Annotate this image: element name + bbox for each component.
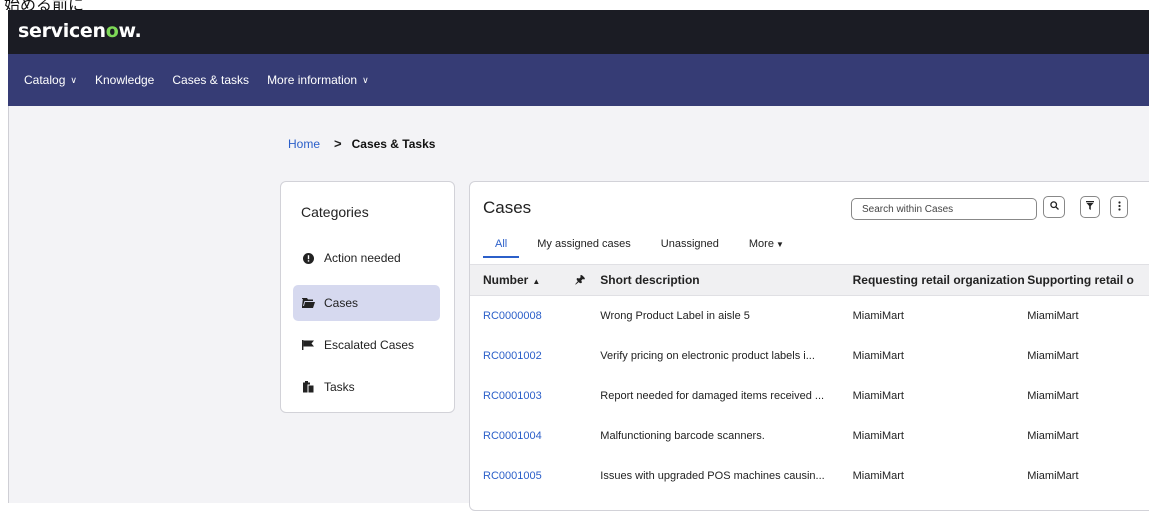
case-description: Malfunctioning barcode scanners. [600,430,765,442]
category-label: Escalated Cases [324,338,415,352]
tab-my-assigned-cases[interactable]: My assigned cases [519,238,643,258]
cases-title: Cases [483,198,532,217]
chevron-down-icon: ∨ [70,74,77,85]
nav-more-information[interactable]: More information ∨ [267,73,369,87]
main-nav: Catalog ∨ Knowledge Cases & tasks More i… [8,54,1149,106]
case-supporting-org: MiamiMart [1027,390,1079,402]
case-org: MiamiMart [852,430,904,442]
search-icon [1049,201,1059,213]
cases-tabs: All My assigned cases Unassigned More ▼ [483,238,796,258]
case-number-link[interactable]: RC0001004 [483,430,542,442]
case-supporting-org: MiamiMart [1027,430,1079,442]
category-cases[interactable]: Cases [293,285,440,321]
column-requesting-org[interactable]: Requesting retail organization [853,273,1028,287]
table-row[interactable]: RC0001004 Malfunctioning barcode scanner… [470,416,1149,456]
breadcrumb-separator-icon: > [334,136,342,151]
category-label: Cases [324,296,359,310]
categories-panel: Categories Action needed Cases Escalated… [280,181,455,413]
nav-cases-tasks[interactable]: Cases & tasks [172,73,249,87]
nav-knowledge-label: Knowledge [94,73,155,87]
tab-unassigned[interactable]: Unassigned [643,238,731,258]
breadcrumb-current: Cases & Tasks [351,136,436,151]
more-options-button[interactable] [1110,196,1128,218]
breadcrumb-home[interactable]: Home [288,137,320,151]
table-row[interactable]: RC0001002 Verify pricing on electronic p… [470,336,1149,376]
nav-more-information-label: More information [267,73,358,87]
tab-all[interactable]: All [483,238,520,258]
case-supporting-org: MiamiMart [1027,310,1079,322]
case-org: MiamiMart [852,310,904,322]
caret-down-icon: ▼ [775,240,784,249]
table-row[interactable]: RC0001005 Issues with upgraded POS machi… [470,456,1149,496]
case-org: MiamiMart [852,470,904,482]
category-tasks[interactable]: Tasks [293,369,440,405]
nav-catalog-label: Catalog [24,73,66,87]
table-row[interactable]: RC0000008 Wrong Product Label in aisle 5… [470,296,1149,336]
filter-icon [1086,201,1094,213]
case-supporting-org: MiamiMart [1027,470,1079,482]
folder-icon [301,298,315,308]
case-description: Verify pricing on electronic product lab… [600,350,815,362]
logo-bar: servicenow. [8,10,1149,54]
category-escalated-cases[interactable]: Escalated Cases [293,327,440,363]
nav-catalog[interactable]: Catalog ∨ [24,73,77,87]
clipboard-icon [301,381,315,393]
search-cases-input[interactable] [851,198,1037,220]
case-org: MiamiMart [852,350,904,362]
case-description: Issues with upgraded POS machines causin… [600,470,825,482]
column-number[interactable]: Number ▲ [470,273,575,287]
category-action-needed[interactable]: Action needed [293,240,440,276]
table-header: Number ▲ 🖈 Short description Requesting r… [470,264,1149,296]
case-number-link[interactable]: RC0000008 [483,310,542,322]
sort-ascending-icon: ▲ [532,277,541,286]
flag-icon [301,340,315,350]
search-button[interactable] [1043,196,1065,218]
pin-icon[interactable]: 🖈 [575,271,588,290]
cases-table: Number ▲ 🖈 Short description Requesting r… [470,264,1149,496]
servicenow-logo[interactable]: servicenow. [18,20,142,42]
page-caption: 始める前に [0,0,1149,10]
category-label: Action needed [324,251,401,265]
cases-panel: Cases All My assigned cases Unassigned M… [469,181,1149,511]
case-description: Report needed for damaged items received… [600,390,825,402]
column-supporting-org[interactable]: Supporting retail o [1027,273,1149,287]
kebab-menu-icon [1117,200,1121,214]
case-number-link[interactable]: RC0001003 [483,390,542,402]
filter-button[interactable] [1080,196,1100,218]
breadcrumb: Home > Cases & Tasks [288,136,435,151]
column-number-label: Number [483,273,529,287]
tab-more-label: More [748,238,774,250]
nav-cases-tasks-label: Cases & tasks [172,73,250,87]
nav-knowledge[interactable]: Knowledge [95,73,154,87]
main-content: Home > Cases & Tasks Categories Action n… [8,106,1149,511]
tab-more[interactable]: More ▼ [731,238,796,258]
case-org: MiamiMart [852,390,904,402]
categories-title: Categories [301,204,369,220]
column-short-description[interactable]: Short description [600,273,852,287]
case-number-link[interactable]: RC0001002 [483,350,542,362]
case-supporting-org: MiamiMart [1027,350,1079,362]
case-number-link[interactable]: RC0001005 [483,470,542,482]
alert-circle-icon [301,252,315,264]
table-row[interactable]: RC0001003 Report needed for damaged item… [470,376,1149,416]
chevron-down-icon: ∨ [362,74,369,85]
category-label: Tasks [324,380,355,394]
case-description: Wrong Product Label in aisle 5 [600,310,750,322]
